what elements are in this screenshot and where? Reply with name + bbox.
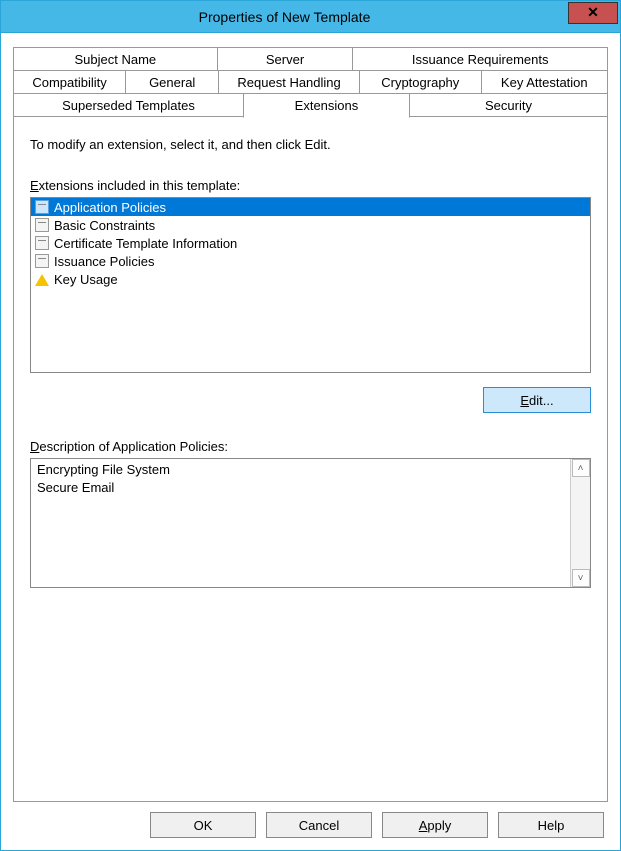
edit-row: Edit... xyxy=(30,387,591,413)
list-item[interactable]: Application Policies xyxy=(31,198,590,216)
description-label: Description of Application Policies: xyxy=(30,439,591,454)
ok-button[interactable]: OK xyxy=(150,812,256,838)
extensions-listbox[interactable]: Application Policies Basic Constraints C… xyxy=(30,197,591,373)
tab-container: Subject Name Server Issuance Requirement… xyxy=(13,47,608,802)
cert-icon xyxy=(34,217,50,233)
window-frame: Properties of New Template ✕ Subject Nam… xyxy=(0,0,621,851)
tab-body-extensions: To modify an extension, select it, and t… xyxy=(13,116,608,802)
list-item-label: Certificate Template Information xyxy=(54,236,237,251)
close-button[interactable]: ✕ xyxy=(568,2,618,24)
list-item[interactable]: Key Usage xyxy=(31,270,590,288)
list-item[interactable]: Certificate Template Information xyxy=(31,234,590,252)
description-text: Encrypting File System Secure Email xyxy=(31,459,570,587)
tab-key-attestation[interactable]: Key Attestation xyxy=(481,70,608,94)
list-item-label: Application Policies xyxy=(54,200,166,215)
chevron-down-icon: ˅ xyxy=(578,573,584,584)
scroll-down-button[interactable]: ˅ xyxy=(572,569,590,587)
warn-icon xyxy=(34,271,50,287)
tab-server[interactable]: Server xyxy=(217,47,354,71)
tab-compatibility[interactable]: Compatibility xyxy=(13,70,126,94)
list-item-label: Key Usage xyxy=(54,272,118,287)
scrollbar[interactable]: ˄ ˅ xyxy=(570,459,590,587)
dialog-button-row: OK Cancel Apply Help xyxy=(13,802,608,838)
tab-cryptography[interactable]: Cryptography xyxy=(359,70,482,94)
window-title: Properties of New Template xyxy=(1,9,568,25)
chevron-up-icon: ˄ xyxy=(578,463,584,474)
cert-icon xyxy=(34,235,50,251)
tab-subject-name[interactable]: Subject Name xyxy=(13,47,218,71)
cancel-button[interactable]: Cancel xyxy=(266,812,372,838)
tab-issuance-requirements[interactable]: Issuance Requirements xyxy=(352,47,608,71)
scroll-up-button[interactable]: ˄ xyxy=(572,459,590,477)
content-area: Subject Name Server Issuance Requirement… xyxy=(1,33,620,850)
list-item[interactable]: Basic Constraints xyxy=(31,216,590,234)
description-box: Encrypting File System Secure Email ˄ ˅ xyxy=(30,458,591,588)
cert-icon xyxy=(34,199,50,215)
list-item[interactable]: Issuance Policies xyxy=(31,252,590,270)
list-item-label: Basic Constraints xyxy=(54,218,155,233)
apply-button[interactable]: Apply xyxy=(382,812,488,838)
tab-general[interactable]: General xyxy=(125,70,219,94)
extensions-list-label: Extensions included in this template: xyxy=(30,178,591,193)
tab-request-handling[interactable]: Request Handling xyxy=(218,70,360,94)
instruction-text: To modify an extension, select it, and t… xyxy=(30,137,591,152)
edit-button[interactable]: Edit... xyxy=(483,387,591,413)
help-button[interactable]: Help xyxy=(498,812,604,838)
tab-security[interactable]: Security xyxy=(409,93,608,118)
tab-strip: Subject Name Server Issuance Requirement… xyxy=(13,47,608,117)
list-item-label: Issuance Policies xyxy=(54,254,154,269)
tab-extensions[interactable]: Extensions xyxy=(243,93,410,118)
titlebar: Properties of New Template ✕ xyxy=(1,1,620,33)
close-icon: ✕ xyxy=(587,4,599,21)
tab-superseded-templates[interactable]: Superseded Templates xyxy=(13,93,244,118)
cert-icon xyxy=(34,253,50,269)
